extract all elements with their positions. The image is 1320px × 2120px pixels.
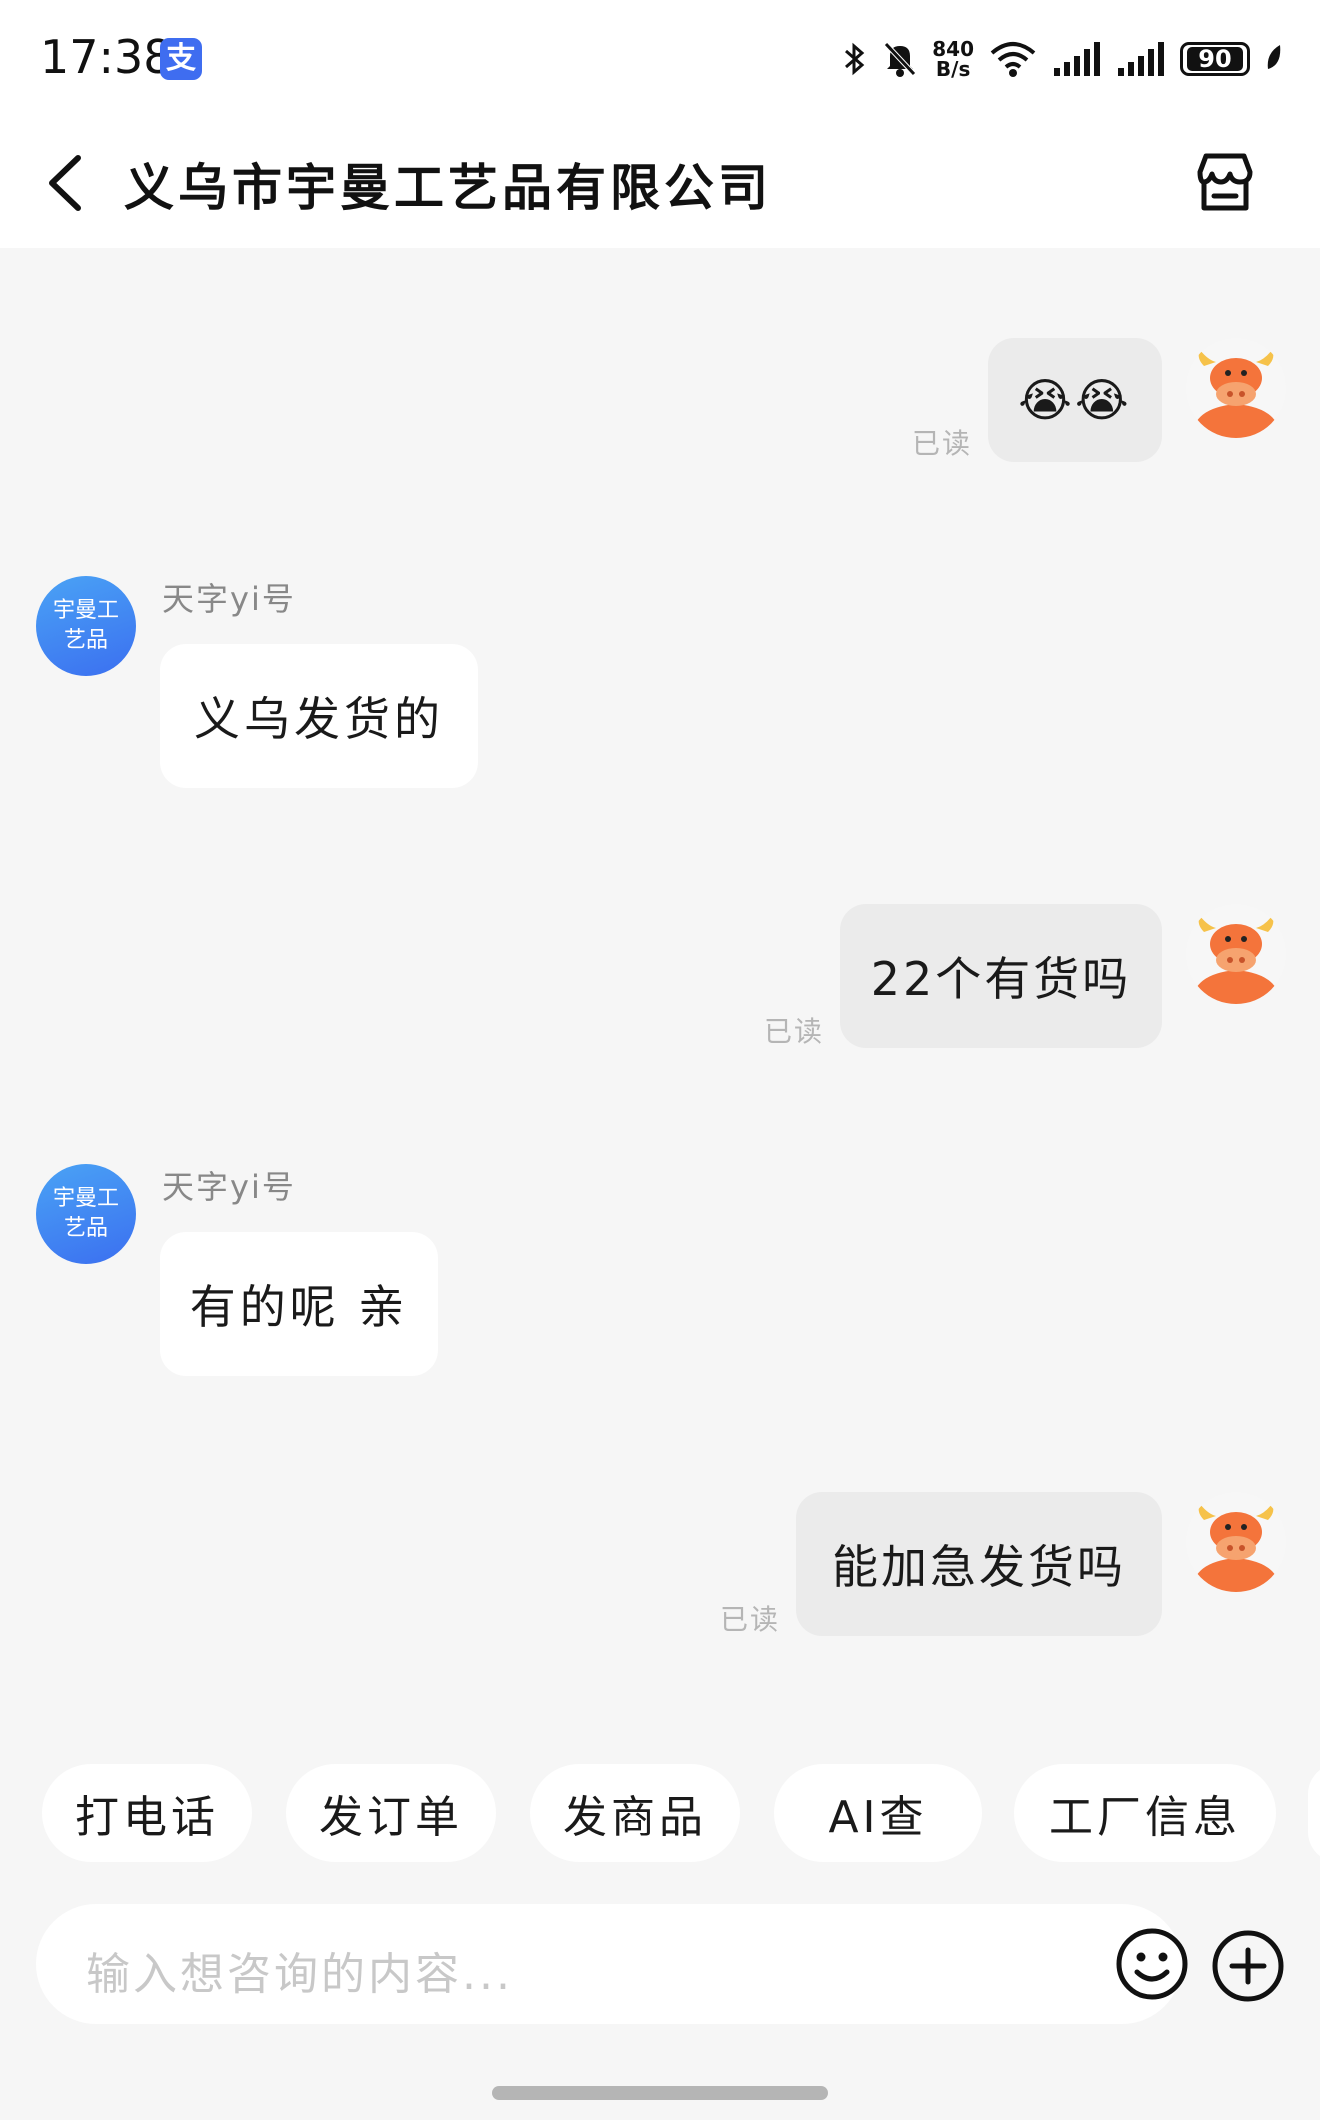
quick-action-ai-search[interactable]: AI查 <box>774 1764 982 1862</box>
status-time: 17:38 <box>40 30 173 84</box>
user-avatar[interactable] <box>1186 338 1286 438</box>
message-input-placeholder: 输入想咨询的内容... <box>86 1949 513 2000</box>
incoming-message-bubble[interactable]: 有的呢 亲 <box>160 1232 438 1376</box>
network-speed-unit: B/s <box>935 57 971 81</box>
battery-level: 90 <box>1187 47 1243 71</box>
plus-circle-icon[interactable] <box>1210 1928 1286 2004</box>
smiley-icon[interactable] <box>1114 1926 1190 2002</box>
message-text: 22个有货吗 <box>870 952 1132 1006</box>
read-receipt: 已读 <box>912 427 973 460</box>
bluetooth-icon <box>845 42 865 76</box>
read-receipt: 已读 <box>720 1603 781 1636</box>
shop-avatar-line2: 艺品 <box>63 628 108 653</box>
sender-name: 天字yi号 <box>162 580 296 618</box>
quick-action-send-order[interactable]: 发订单 <box>286 1764 496 1862</box>
message-input[interactable]: 输入想咨询的内容... <box>36 1904 1188 2024</box>
message-text: 义乌发货的 <box>194 692 444 746</box>
storefront-icon[interactable] <box>1192 150 1258 216</box>
quick-action-call[interactable]: 打电话 <box>42 1764 252 1862</box>
home-indicator[interactable] <box>492 2086 828 2100</box>
status-bar: 17:38 支 840 B/s 90 <box>0 0 1320 118</box>
cell-signal-icon <box>1118 42 1164 76</box>
network-speed-value: 840 <box>932 37 974 61</box>
outgoing-message-bubble[interactable]: 能加急发货吗 <box>796 1492 1162 1636</box>
quick-action-more[interactable] <box>1308 1764 1320 1862</box>
user-avatar[interactable] <box>1186 904 1286 1004</box>
shop-avatar-line2: 艺品 <box>63 1216 108 1241</box>
cell-signal-icon <box>1054 42 1100 76</box>
page-title: 义乌市宇曼工艺品有限公司 <box>124 158 772 217</box>
message-composer: 输入想咨询的内容... <box>0 1904 1320 2028</box>
network-speed: 840 B/s <box>932 39 974 79</box>
outgoing-message-bubble[interactable]: 22个有货吗 <box>840 904 1162 1048</box>
chat-header: 义乌市宇曼工艺品有限公司 <box>0 118 1320 248</box>
bull-avatar-icon <box>1192 350 1280 438</box>
chevron-left-icon[interactable] <box>38 150 98 216</box>
quick-action-bar: 打电话 发订单 发商品 AI查 工厂信息 <box>0 1764 1320 1864</box>
shop-avatar[interactable]: 宇曼工 艺品 <box>36 1164 136 1264</box>
read-receipt: 已读 <box>764 1015 825 1048</box>
shop-avatar-line1: 宇曼工 <box>52 598 119 623</box>
bell-muted-icon <box>884 42 917 77</box>
sender-name: 天字yi号 <box>162 1168 296 1206</box>
outgoing-message-bubble[interactable]: 😭😭 <box>988 338 1162 462</box>
user-avatar[interactable] <box>1186 1492 1286 1592</box>
quick-action-send-product[interactable]: 发商品 <box>530 1764 740 1862</box>
incoming-message-bubble[interactable]: 义乌发货的 <box>160 644 478 788</box>
status-indicators: 840 B/s 90 <box>842 34 1284 84</box>
wifi-icon <box>990 42 1036 77</box>
quick-action-factory-info[interactable]: 工厂信息 <box>1014 1764 1276 1862</box>
message-text: 有的呢 亲 <box>189 1280 409 1334</box>
battery-indicator: 90 <box>1180 42 1250 76</box>
message-text: 😭😭 <box>1018 373 1132 427</box>
message-list[interactable]: 😭😭 已读 宇曼工 艺品 天字yi号 义乌发货的 22个有货吗 已读 宇曼工 艺… <box>0 248 1320 1728</box>
leaf-icon <box>1267 45 1281 69</box>
message-text: 能加急发货吗 <box>832 1540 1126 1594</box>
alipay-notification-icon: 支 <box>160 38 202 80</box>
bull-avatar-icon <box>1192 916 1280 1004</box>
shop-avatar-line1: 宇曼工 <box>52 1186 119 1211</box>
bull-avatar-icon <box>1192 1504 1280 1592</box>
shop-avatar[interactable]: 宇曼工 艺品 <box>36 576 136 676</box>
